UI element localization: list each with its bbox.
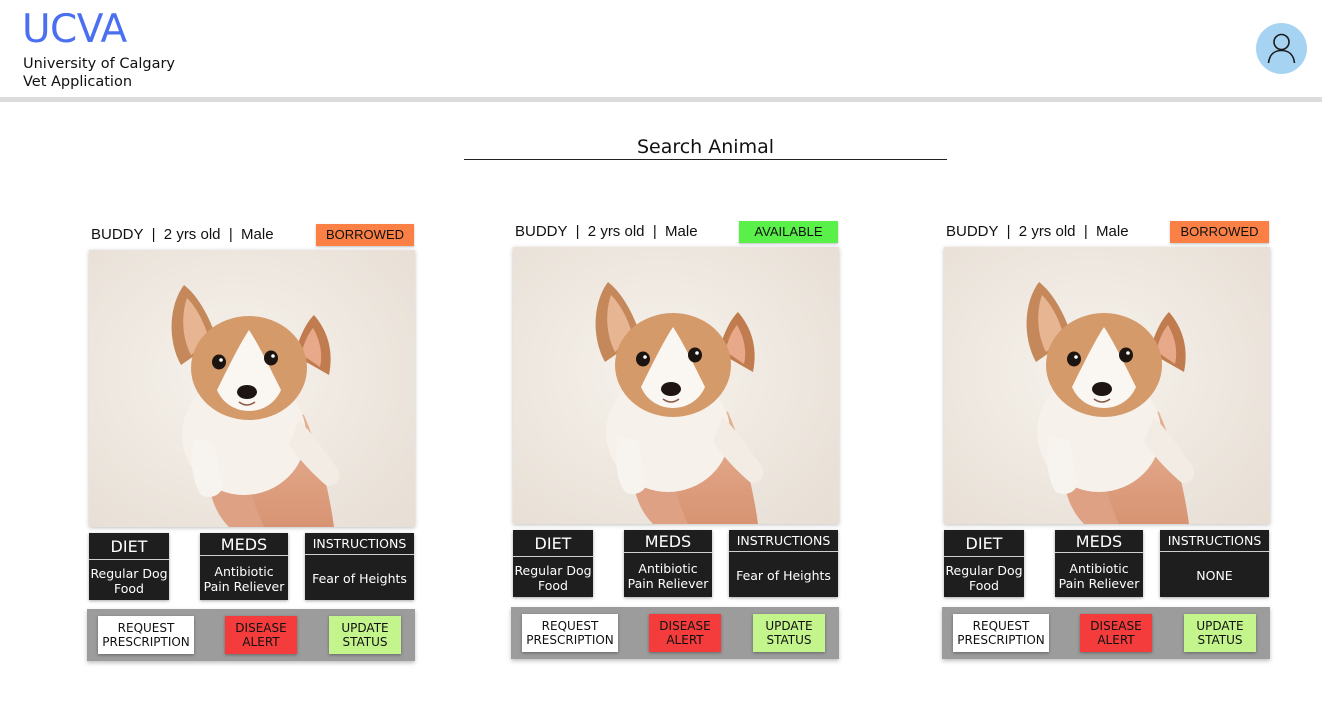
meds-box: MEDS Antibiotic Pain Reliever [200, 533, 288, 600]
meds-value-line-2: Pain Reliever [627, 575, 709, 591]
app-subtitle-line-2: Vet Application [23, 74, 133, 90]
disease-alert-line-1: DISEASE [659, 619, 711, 633]
disease-alert-line-1: DISEASE [235, 621, 287, 635]
request-prescription-line-1: REQUEST [541, 619, 599, 633]
request-prescription-line-1: REQUEST [117, 621, 175, 635]
action-bar: REQUEST PRESCRIPTION DISEASE ALERT UPDATE S… [87, 609, 415, 661]
action-bar: REQUEST PRESCRIPTION DISEASE ALERT UPDATE S… [942, 607, 1270, 659]
meds-value: Antibiotic Pain Reliever [1055, 554, 1143, 597]
meds-value-line-1: Antibiotic [1069, 560, 1129, 576]
animal-summary: BUDDY | 2 yrs old | Male [946, 223, 1129, 240]
meds-value-line-2: Pain Reliever [1058, 575, 1140, 591]
instructions-value: Fear of Heights [736, 567, 831, 583]
disease-alert-line-2: ALERT [242, 635, 280, 649]
request-prescription-button[interactable]: REQUEST PRESCRIPTION [98, 616, 194, 654]
puppy-image [944, 247, 1270, 524]
meds-value-line-2: Pain Reliever [203, 578, 285, 594]
animal-photo [513, 247, 839, 524]
meds-label: MEDS [200, 533, 288, 556]
animal-photo [89, 250, 415, 527]
meds-label: MEDS [1055, 530, 1143, 553]
app-logo[interactable]: UCVA [22, 10, 127, 50]
update-status-button[interactable]: UPDATE STATUS [753, 614, 825, 652]
diet-value-line-2: Food [538, 577, 568, 593]
diet-box: DIET Regular Dog Food [89, 533, 169, 600]
meds-value-line-1: Antibiotic [638, 560, 698, 576]
meds-value: Antibiotic Pain Reliever [624, 554, 712, 597]
diet-value-line-2: Food [969, 577, 999, 593]
user-icon [1267, 33, 1296, 64]
request-prescription-line-2: PRESCRIPTION [957, 633, 1045, 647]
diet-box: DIET Regular Dog Food [513, 530, 593, 597]
disease-alert-button[interactable]: DISEASE ALERT [225, 616, 297, 654]
diet-value: Regular Dog Food [513, 558, 593, 597]
update-status-button[interactable]: UPDATE STATUS [1184, 614, 1256, 652]
instructions-box: INSTRUCTIONS NONE [1160, 530, 1269, 597]
instructions-label: INSTRUCTIONS [729, 530, 838, 552]
request-prescription-button[interactable]: REQUEST PRESCRIPTION [522, 614, 618, 652]
request-prescription-line-1: REQUEST [972, 619, 1030, 633]
app-subtitle-line-1: University of Calgary [23, 56, 176, 72]
request-prescription-line-2: PRESCRIPTION [526, 633, 614, 647]
action-bar: REQUEST PRESCRIPTION DISEASE ALERT UPDATE S… [511, 607, 839, 659]
diet-label: DIET [944, 530, 1024, 557]
meds-value: Antibiotic Pain Reliever [200, 557, 288, 600]
status-badge: AVAILABLE [739, 221, 838, 243]
instructions-value: NONE [1196, 567, 1233, 583]
update-status-line-2: STATUS [342, 635, 388, 649]
animal-summary: BUDDY | 2 yrs old | Male [515, 223, 698, 240]
disease-alert-button[interactable]: DISEASE ALERT [1080, 614, 1152, 652]
diet-box: DIET Regular Dog Food [944, 530, 1024, 597]
update-status-line-1: UPDATE [765, 619, 813, 633]
meds-label: MEDS [624, 530, 712, 553]
animal-card: BUDDY | 2 yrs old | Male AVAILABLE DIET … [511, 221, 851, 671]
header-divider [0, 97, 1322, 102]
app-subtitle: University of Calgary Vet Application [23, 55, 175, 91]
instructions-value: Fear of Heights [312, 570, 407, 586]
instructions-box: INSTRUCTIONS Fear of Heights [729, 530, 838, 597]
diet-value-line-1: Regular Dog [90, 565, 168, 581]
diet-value-line-1: Regular Dog [945, 562, 1023, 578]
app-root: UCVA University of Calgary Vet Applicati… [0, 0, 1322, 722]
disease-alert-button[interactable]: DISEASE ALERT [649, 614, 721, 652]
animal-photo [944, 247, 1270, 524]
instructions-label: INSTRUCTIONS [1160, 530, 1269, 552]
animal-card: BUDDY | 2 yrs old | Male BORROWED DIET R… [87, 224, 427, 674]
puppy-image [513, 247, 839, 524]
disease-alert-line-2: ALERT [666, 633, 704, 647]
meds-box: MEDS Antibiotic Pain Reliever [624, 530, 712, 597]
status-badge: BORROWED [1170, 221, 1269, 243]
instructions-box: INSTRUCTIONS Fear of Heights [305, 533, 414, 600]
disease-alert-line-2: ALERT [1097, 633, 1135, 647]
search-bar [464, 134, 947, 160]
disease-alert-line-1: DISEASE [1090, 619, 1142, 633]
instructions-label: INSTRUCTIONS [305, 533, 414, 555]
animal-summary: BUDDY | 2 yrs old | Male [91, 226, 274, 243]
animal-card: BUDDY | 2 yrs old | Male BORROWED DIET R… [942, 221, 1282, 671]
search-input[interactable] [464, 134, 947, 159]
meds-value-line-1: Antibiotic [214, 563, 274, 579]
update-status-line-2: STATUS [766, 633, 812, 647]
diet-label: DIET [89, 533, 169, 560]
diet-value: Regular Dog Food [944, 558, 1024, 597]
diet-label: DIET [513, 530, 593, 557]
user-avatar-button[interactable] [1256, 23, 1307, 74]
update-status-line-1: UPDATE [1196, 619, 1244, 633]
diet-value-line-2: Food [114, 580, 144, 596]
diet-value-line-1: Regular Dog [514, 562, 592, 578]
update-status-button[interactable]: UPDATE STATUS [329, 616, 401, 654]
request-prescription-line-2: PRESCRIPTION [102, 635, 190, 649]
update-status-line-2: STATUS [1197, 633, 1243, 647]
update-status-line-1: UPDATE [341, 621, 389, 635]
meds-box: MEDS Antibiotic Pain Reliever [1055, 530, 1143, 597]
status-badge: BORROWED [316, 224, 414, 246]
diet-value: Regular Dog Food [89, 561, 169, 600]
puppy-image [89, 250, 415, 527]
request-prescription-button[interactable]: REQUEST PRESCRIPTION [953, 614, 1049, 652]
